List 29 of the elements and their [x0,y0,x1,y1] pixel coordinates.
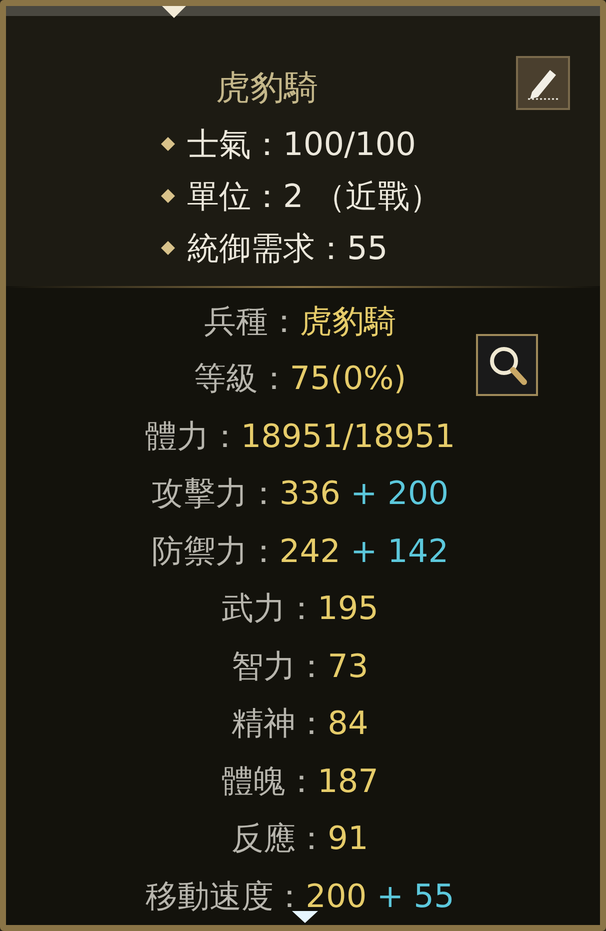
stat-value: 84 [328,703,368,744]
stat-label: 移動速度： [146,876,306,917]
detail-text: 士氣：100/100 [187,124,416,165]
stat-value: 200 [306,876,367,917]
stat-label: 體魄： [221,760,318,802]
stat-value: 187 [317,760,379,802]
stat-label: 反應： [232,818,328,860]
stat-label: 體力： [144,416,241,457]
detail-text: 統御需求：55 [187,228,388,269]
stat-value: 91 [328,818,368,860]
stat-bonus: + 55 [376,876,454,917]
stat-label: 防禦力： [151,530,280,572]
stat-value: 73 [328,646,368,687]
stat-label: 攻擊力： [151,473,280,514]
stat-label: 武力： [221,588,318,630]
stat-value: 336 [279,473,340,514]
stat-bonus: + 200 [350,473,449,514]
stat-value: 75(0%) [290,358,406,400]
stat-label: 精神： [232,703,328,744]
stat-label: 等級： [194,358,290,400]
stat-bonus: + 142 [350,530,449,572]
stat-label: 兵種： [204,300,300,342]
stat-value: 242 [279,530,340,572]
unit-title: 虎豹騎 [215,67,318,110]
detail-text: 單位：2 （近戰） [187,176,442,217]
stat-value: 虎豹騎 [300,300,396,342]
stat-value: 195 [317,588,379,630]
stat-value: 18951/18951 [240,416,456,457]
stat-label: 智力： [232,646,328,687]
